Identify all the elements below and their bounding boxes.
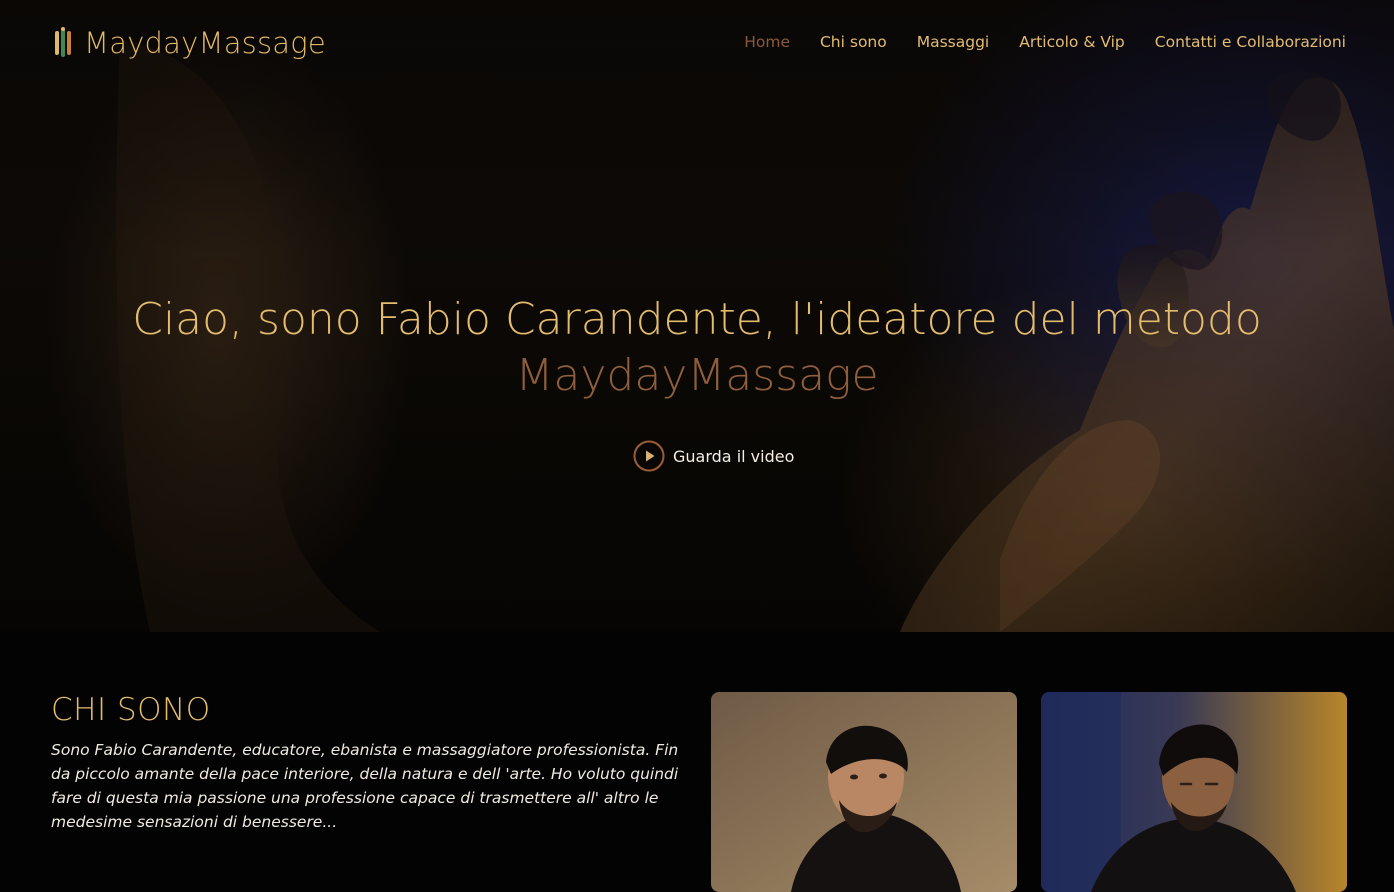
nav-item-home[interactable]: Home xyxy=(744,33,790,51)
hero-brand-text: MaydayMassage xyxy=(515,350,879,401)
nav-item-contatti[interactable]: Contatti e Collaborazioni xyxy=(1155,33,1346,51)
hero-title-text: Ciao, sono Fabio Carandente, l'ideatore … xyxy=(132,294,1262,345)
about-heading: CHI SONO xyxy=(51,692,211,728)
nav-item-massaggi[interactable]: Massaggi xyxy=(917,33,990,51)
hero-heading: Ciao, sono Fabio Carandente, l'ideatore … xyxy=(0,292,1394,404)
hero-section: MaydayMassage Home Chi sono Massaggi Art… xyxy=(0,0,1394,632)
portrait-image-working xyxy=(1041,692,1347,892)
portrait-image xyxy=(711,692,1017,892)
about-photo-1 xyxy=(711,692,1017,892)
watch-video-button[interactable]: Guarda il video xyxy=(633,440,794,472)
main-nav: Home Chi sono Massaggi Articolo & Vip Co… xyxy=(744,33,1346,51)
about-photo-2 xyxy=(1041,692,1347,892)
watch-video-label: Guarda il video xyxy=(673,446,795,466)
nav-item-articolo-vip[interactable]: Articolo & Vip xyxy=(1019,33,1125,51)
play-circle-icon xyxy=(633,440,665,472)
brand-name: MaydayMassage xyxy=(84,26,326,60)
about-description: Sono Fabio Carandente, educatore, ebanis… xyxy=(51,741,679,831)
brand-logo-link[interactable]: MaydayMassage xyxy=(52,26,326,60)
nav-item-chi-sono[interactable]: Chi sono xyxy=(820,33,887,51)
logo-mark-icon xyxy=(55,27,71,57)
